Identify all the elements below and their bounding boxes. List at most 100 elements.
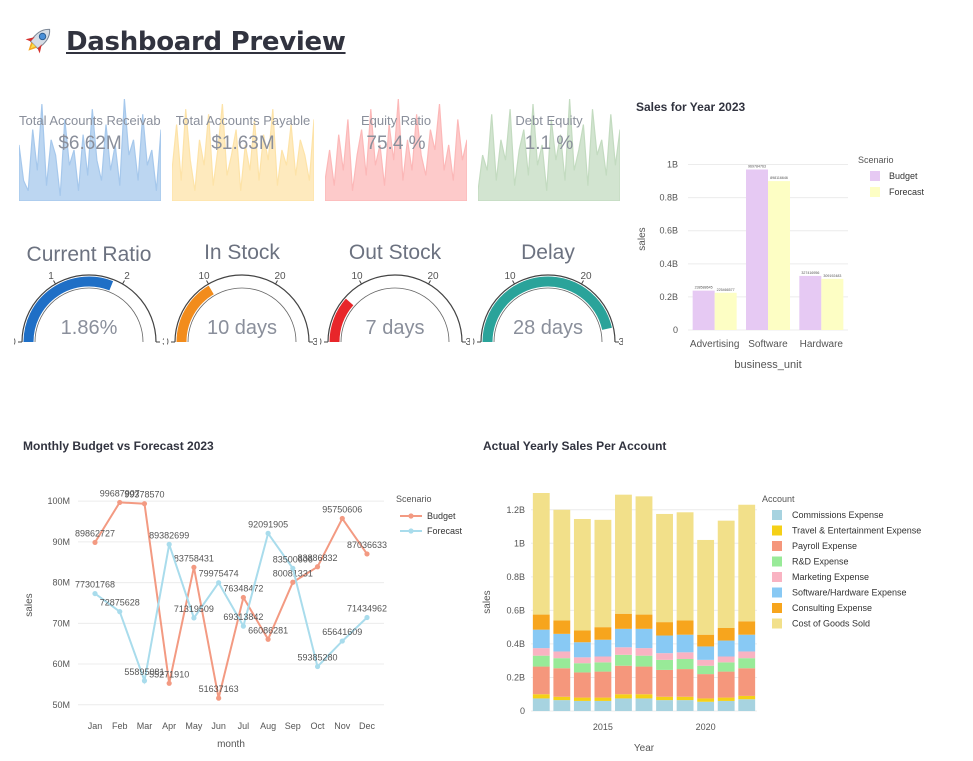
gauge-current-ratio: Current Ratio 0123 1.86% <box>14 235 164 355</box>
legend-title: Scenario <box>396 494 432 504</box>
x-tick-label: Sep <box>285 721 301 731</box>
y-tick-label: 0 <box>673 325 678 335</box>
legend-swatch <box>772 587 782 598</box>
stacked-bar-segment <box>676 634 694 653</box>
y-axis-label: sales <box>24 593 35 616</box>
legend-label: Forecast <box>427 526 463 536</box>
kpi-card-accounts-payable: Total Accounts Payable $1.63M <box>172 97 314 201</box>
kpi-card-equity-ratio: Equity Ratio 75.4 % <box>325 97 467 201</box>
stacked-bar-segment <box>738 504 756 622</box>
gauge-delay: Delay 0102030 28 days <box>473 235 623 355</box>
stacked-bar-segment <box>738 695 756 700</box>
point-label: 87036633 <box>347 540 387 550</box>
stacked-bar-segment <box>738 651 756 659</box>
bar-data-label: 969784763 <box>748 165 766 169</box>
stacked-bar-segment <box>553 509 571 621</box>
stacked-bar-segment <box>738 668 756 696</box>
gauge-value: 28 days <box>512 317 584 339</box>
kpi-label: Total Accounts Payable <box>175 113 311 128</box>
stacked-bar-segment <box>676 512 694 621</box>
stacked-bar-segment <box>532 629 550 649</box>
point-label: 95750606 <box>322 504 362 514</box>
stacked-bar-segment <box>676 659 694 670</box>
stacked-bar-segment <box>697 698 715 702</box>
stacked-bar-segment <box>676 620 694 635</box>
stacked-bar-segment <box>717 520 735 628</box>
point-label: 76348472 <box>223 583 263 593</box>
y-tick-label: 0.8B <box>506 572 525 582</box>
data-point <box>166 680 172 686</box>
stacked-bar-segment <box>615 628 632 648</box>
legend-label: Payroll Expense <box>792 541 857 551</box>
y-tick-label: 60M <box>52 659 70 669</box>
x-tick-label: Jun <box>211 721 226 731</box>
stacked-bar-segment <box>738 634 756 652</box>
gauge-out-stock: Out Stock 0102030 7 days <box>320 235 470 355</box>
data-point <box>314 564 321 570</box>
monthly-budget-forecast-chart: 50M 60M 70M 80M 90M 100M Jan Feb Mar Apr May Jun Jul… <box>24 488 463 750</box>
gauge-tick-label: 10 <box>504 271 516 282</box>
stacked-bar-segment <box>697 674 715 699</box>
y-tick-label: 100M <box>47 496 70 506</box>
gauge-tick-label: 20 <box>274 271 286 282</box>
yearly-sales-chart: 0 0.2B 0.4B 0.6B 0.8B 1B 1.2B 2015 2020 Year sales… <box>482 493 921 754</box>
x-tick-label: Jul <box>238 721 250 731</box>
x-tick-label: Hardware <box>800 339 844 350</box>
stacked-bar-segment <box>635 694 653 699</box>
x-tick-label: Jan <box>88 721 103 731</box>
gauge-in-stock: In Stock 0102030 10 days <box>167 235 317 355</box>
stacked-bar-segment <box>573 672 591 698</box>
stacked-bar-segment <box>553 633 571 652</box>
y-axis-label: sales <box>637 227 648 250</box>
data-point <box>265 530 271 536</box>
legend-label: R&D Expense <box>792 557 849 567</box>
y-tick-label: 70M <box>52 618 70 628</box>
legend-label: Software/Hardware Expense <box>792 588 907 598</box>
stacked-bar-segment <box>553 651 571 659</box>
gauge-tick-label: 10 <box>198 271 210 282</box>
point-label: 79975474 <box>199 569 239 579</box>
stacked-bar-segment <box>573 630 591 643</box>
page-title: Dashboard Preview <box>66 27 346 57</box>
stacked-bar-segment <box>656 700 673 711</box>
data-point <box>240 623 246 629</box>
bar <box>799 275 822 330</box>
stacked-bar-segment <box>553 668 571 697</box>
gauge-value: 10 days <box>206 317 278 339</box>
stacked-bar-segment <box>573 700 591 711</box>
y-tick-label: 0.4B <box>506 639 525 649</box>
x-tick-label: Oct <box>311 721 326 731</box>
x-tick-label: Apr <box>162 721 176 731</box>
bar-data-label: 898116646 <box>770 176 788 180</box>
stacked-bar-segment <box>573 642 591 658</box>
legend-marker <box>408 528 414 534</box>
x-axis-label: business_unit <box>734 359 801 371</box>
stacked-bar-segment <box>635 628 653 649</box>
stacked-bar-segment <box>717 700 735 711</box>
stacked-bar-segment <box>717 671 735 698</box>
data-point <box>191 564 197 570</box>
kpi-value: $6.62M <box>58 133 122 154</box>
yearly-chart-title: Actual Yearly Sales Per Account <box>483 439 667 453</box>
data-point <box>290 579 296 585</box>
stacked-bar-segment <box>615 647 632 655</box>
data-point <box>92 590 98 597</box>
gauge-value: 1.86% <box>60 317 118 339</box>
bar <box>692 290 715 330</box>
point-label: 55895081 <box>124 667 164 677</box>
data-point <box>339 515 345 522</box>
legend-swatch <box>870 187 880 197</box>
data-point <box>191 615 197 621</box>
point-label: 83758431 <box>174 553 214 563</box>
x-tick-label: 2020 <box>696 722 716 732</box>
stacked-bar-segment <box>532 648 550 656</box>
bar <box>714 292 737 330</box>
x-tick-label: Mar <box>137 721 153 731</box>
stacked-bar-segment <box>717 662 735 672</box>
gauge-tick-label: 20 <box>580 271 592 282</box>
x-tick-label: May <box>185 721 203 731</box>
data-point <box>339 638 345 644</box>
x-tick-label: Dec <box>359 721 376 731</box>
y-tick-label: 1.2B <box>506 505 525 515</box>
legend-swatch <box>772 603 782 613</box>
